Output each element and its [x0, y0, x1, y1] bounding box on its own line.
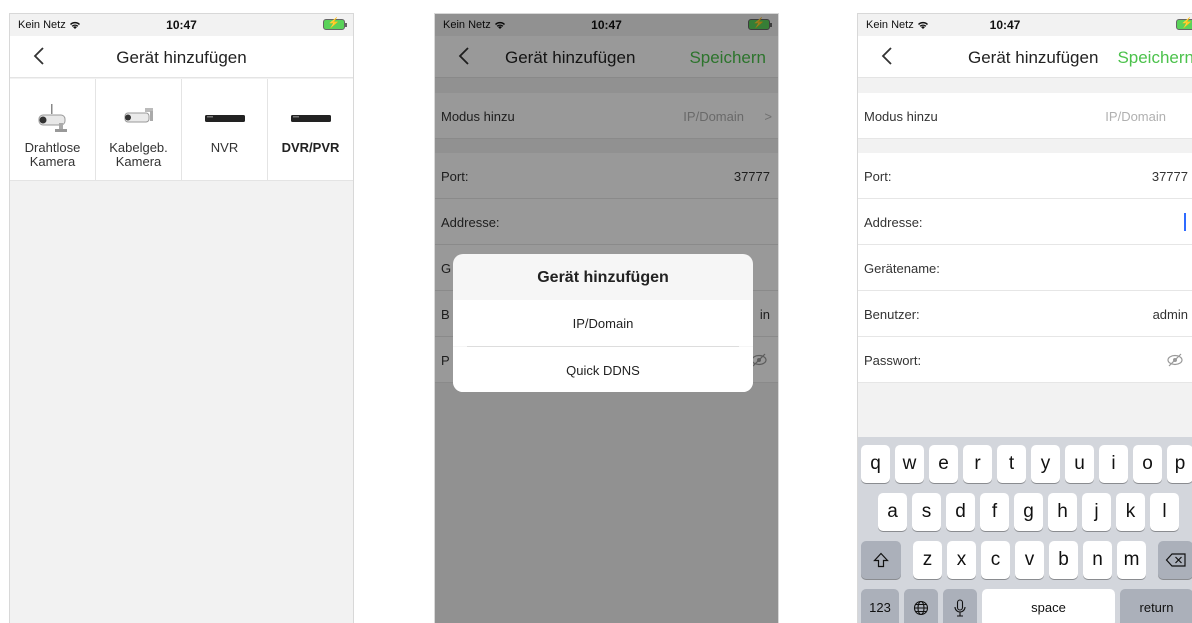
dvr-icon: [290, 115, 331, 122]
key-i[interactable]: i: [1099, 445, 1128, 483]
add-device-form: Modus hinzu IP/Domain Port: 37777 Addres…: [858, 79, 1192, 383]
backspace-icon: [1165, 553, 1186, 567]
globe-key[interactable]: [904, 589, 938, 623]
password-row[interactable]: Passwort:: [858, 337, 1192, 383]
status-bar: Kein Netz 10:47 ⚡: [858, 14, 1192, 36]
clock: 10:47: [166, 18, 197, 32]
shift-key[interactable]: [861, 541, 901, 579]
back-chevron-icon[interactable]: [880, 46, 894, 66]
device-name-label: Gerätename:: [864, 261, 940, 276]
key-r[interactable]: r: [963, 445, 992, 483]
key-h[interactable]: h: [1048, 493, 1077, 531]
key-u[interactable]: u: [1065, 445, 1094, 483]
key-q[interactable]: q: [861, 445, 890, 483]
mode-label: Modus hinzu: [864, 109, 938, 124]
add-mode-sheet: Gerät hinzufügen IP/Domain Quick DDNS: [453, 254, 753, 392]
device-type-nvr[interactable]: NVR: [182, 79, 268, 180]
key-m[interactable]: m: [1117, 541, 1146, 579]
port-value: 37777: [1151, 169, 1188, 184]
key-l[interactable]: l: [1150, 493, 1179, 531]
key-k[interactable]: k: [1116, 493, 1145, 531]
status-bar: Kein Netz 10:47 ⚡: [10, 14, 353, 36]
device-type-label: NVR: [210, 140, 239, 155]
device-type-wireless-camera[interactable]: Drahtlose Kamera: [10, 79, 96, 180]
sheet-option-ip-domain[interactable]: IP/Domain: [453, 300, 753, 346]
numbers-key[interactable]: 123: [861, 589, 899, 623]
backspace-key[interactable]: [1158, 541, 1192, 579]
key-v[interactable]: v: [1015, 541, 1044, 579]
mode-value: IP/Domain: [1105, 109, 1166, 124]
key-z[interactable]: z: [913, 541, 942, 579]
password-label: Passwort:: [864, 353, 922, 368]
key-e[interactable]: e: [929, 445, 958, 483]
key-o[interactable]: o: [1133, 445, 1162, 483]
device-type-wired-camera[interactable]: Kabelgeb. Kamera: [96, 79, 182, 180]
device-type-label: DVR/PVR: [281, 140, 340, 155]
key-f[interactable]: f: [980, 493, 1009, 531]
eye-off-icon[interactable]: [1166, 352, 1184, 368]
key-a[interactable]: a: [878, 493, 907, 531]
clock: 10:47: [989, 18, 1021, 32]
device-type-dvr[interactable]: DVR/PVR: [268, 79, 353, 180]
key-n[interactable]: n: [1083, 541, 1112, 579]
keyboard-row-1: q w e r t y u i o p: [858, 445, 1192, 483]
key-x[interactable]: x: [947, 541, 976, 579]
return-key[interactable]: return: [1120, 589, 1192, 623]
onscreen-keyboard: q w e r t y u i o p a s d f g h j k l z …: [858, 437, 1192, 623]
keyboard-row-4: 123 space return: [858, 589, 1192, 623]
key-c[interactable]: c: [981, 541, 1010, 579]
key-g[interactable]: g: [1014, 493, 1043, 531]
phone-screen-mode-sheet: Kein Netz 10:47 ⚡ Gerät hinzufügen Speic…: [434, 13, 779, 623]
key-j[interactable]: j: [1082, 493, 1111, 531]
page-title: Gerät hinzufügen: [968, 48, 1099, 67]
globe-icon: [913, 600, 929, 616]
key-s[interactable]: s: [912, 493, 941, 531]
key-d[interactable]: d: [946, 493, 975, 531]
device-type-grid: Drahtlose Kamera Kabelgeb. Kamera NVR DV…: [10, 79, 353, 181]
shift-arrow-icon: [873, 552, 889, 568]
text-cursor: [1184, 213, 1186, 231]
device-name-row[interactable]: Gerätename:: [858, 245, 1192, 291]
nav-bar: Gerät hinzufügen: [10, 36, 353, 78]
device-type-label: Kabelgeb. Kamera: [109, 140, 168, 169]
microphone-icon: [954, 599, 966, 617]
sheet-option-quick-ddns[interactable]: Quick DDNS: [453, 347, 753, 392]
wired-camera-icon: [124, 108, 153, 123]
nvr-icon: [204, 115, 245, 122]
port-label: Port:: [864, 169, 892, 184]
phone-screen-form-keyboard: Kein Netz 10:47 ⚡ Gerät hinzufügen Speic…: [857, 13, 1192, 623]
keyboard-row-3: z x c v b n m: [858, 541, 1192, 579]
battery-icon: ⚡: [323, 18, 347, 30]
keyboard-row-2: a s d f g h j k l: [858, 493, 1192, 531]
canvas: Kein Netz 10:47 ⚡ Gerät hinzufügen Draht…: [0, 0, 1192, 623]
sheet-title: Gerät hinzufügen: [537, 269, 669, 286]
phone-screen-device-type: Kein Netz 10:47 ⚡ Gerät hinzufügen Draht…: [9, 13, 354, 623]
page-title: Gerät hinzufügen: [116, 48, 247, 67]
space-key[interactable]: space: [982, 589, 1115, 623]
key-p[interactable]: p: [1167, 445, 1192, 483]
mode-row[interactable]: Modus hinzu IP/Domain: [858, 93, 1192, 139]
save-button[interactable]: Speichern: [1117, 48, 1192, 68]
dictation-key[interactable]: [943, 589, 977, 623]
user-label: Benutzer:: [864, 307, 920, 322]
device-type-label: Drahtlose Kamera: [24, 140, 81, 169]
user-row[interactable]: Benutzer: admin: [858, 291, 1192, 337]
key-y[interactable]: y: [1031, 445, 1060, 483]
address-row[interactable]: Addresse:: [858, 199, 1192, 245]
user-value: admin: [1152, 307, 1188, 322]
key-t[interactable]: t: [997, 445, 1026, 483]
wireless-camera-icon: [38, 104, 67, 132]
key-b[interactable]: b: [1049, 541, 1078, 579]
port-row[interactable]: Port: 37777: [858, 153, 1192, 199]
nav-bar: Gerät hinzufügen Speichern: [858, 36, 1192, 78]
battery-icon: ⚡: [1176, 18, 1192, 30]
key-w[interactable]: w: [895, 445, 924, 483]
address-label: Addresse:: [864, 215, 923, 230]
